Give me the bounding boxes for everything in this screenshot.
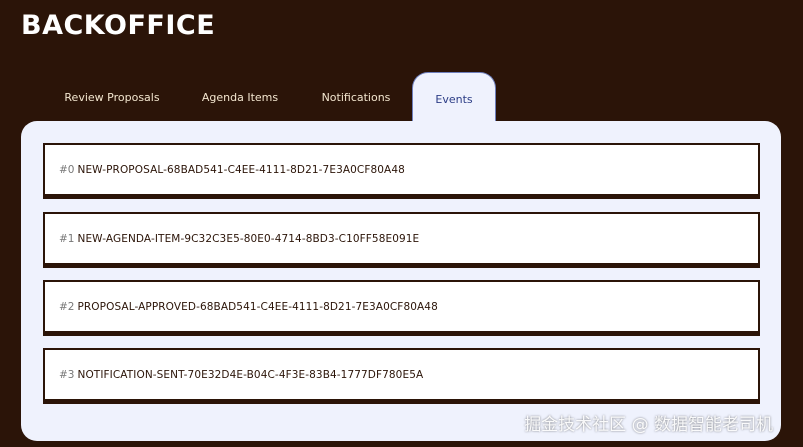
- event-index: #1: [59, 232, 75, 245]
- event-name: NEW-AGENDA-ITEM-9C32C3E5-80E0-4714-8BD3-…: [77, 232, 420, 245]
- tab-notifications[interactable]: Notifications: [305, 72, 407, 122]
- event-index: #2: [59, 300, 75, 313]
- event-item[interactable]: #1 NEW-AGENDA-ITEM-9C32C3E5-80E0-4714-8B…: [43, 212, 760, 268]
- event-item[interactable]: #0 NEW-PROPOSAL-68BAD541-C4EE-4111-8D21-…: [43, 143, 760, 199]
- watermark-text: 掘金技术社区 @ 数据智能老司机: [524, 415, 773, 435]
- tab-events[interactable]: Events: [412, 72, 496, 126]
- tab-review-proposals[interactable]: Review Proposals: [50, 72, 174, 122]
- tab-bar: Review Proposals Agenda Items Notificati…: [0, 72, 803, 126]
- event-index: #0: [59, 163, 75, 176]
- event-name: NEW-PROPOSAL-68BAD541-C4EE-4111-8D21-7E3…: [77, 163, 405, 176]
- backoffice-page: BACKOFFICE Review Proposals Agenda Items…: [0, 0, 803, 447]
- event-item[interactable]: #2 PROPOSAL-APPROVED-68BAD541-C4EE-4111-…: [43, 280, 760, 336]
- event-index: #3: [59, 368, 75, 381]
- app-title: BACKOFFICE: [21, 10, 216, 41]
- tab-agenda-items[interactable]: Agenda Items: [188, 72, 292, 122]
- events-panel: #0 NEW-PROPOSAL-68BAD541-C4EE-4111-8D21-…: [21, 121, 781, 441]
- event-item[interactable]: #3 NOTIFICATION-SENT-70E32D4E-B04C-4F3E-…: [43, 348, 760, 404]
- event-name: PROPOSAL-APPROVED-68BAD541-C4EE-4111-8D2…: [77, 300, 438, 313]
- event-name: NOTIFICATION-SENT-70E32D4E-B04C-4F3E-83B…: [77, 368, 424, 381]
